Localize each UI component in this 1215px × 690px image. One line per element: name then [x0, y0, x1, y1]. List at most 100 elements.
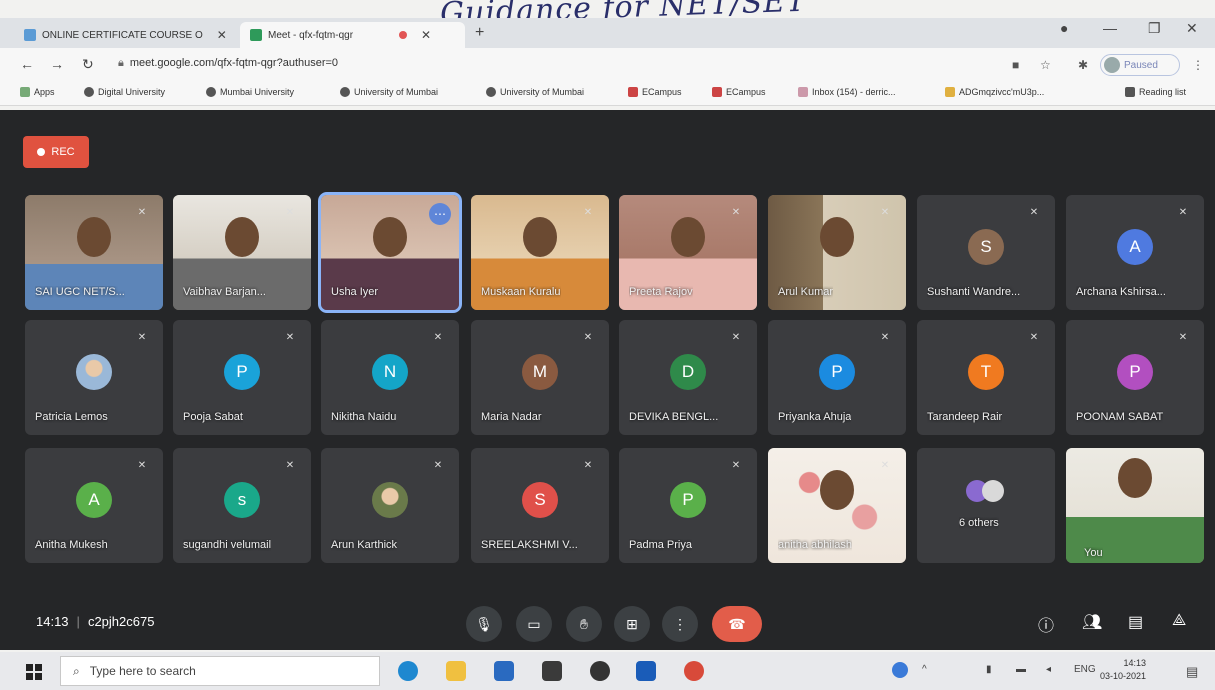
participant-tile[interactable]: N ✕ Nikitha Naidu [321, 320, 459, 435]
participant-tile[interactable]: ⋯ Usha Iyer [318, 192, 462, 313]
dropbox-icon[interactable] [542, 661, 562, 681]
more-options-icon: ⋮ [673, 615, 687, 632]
mic-icon: 🎙︎ [475, 615, 493, 632]
participant-face [77, 217, 111, 257]
apps-grid-icon [20, 87, 30, 97]
participant-tile[interactable]: 6 others [917, 448, 1055, 563]
profile-button[interactable]: Paused [1100, 54, 1180, 76]
bookmark-reading-list[interactable]: Reading list [1125, 87, 1186, 97]
bookmark-ecampus-2[interactable]: ECampus [712, 87, 766, 97]
participant-face [1118, 458, 1152, 498]
bookmark-drive[interactable]: ADGmqzivcc'mU3p... [945, 87, 1044, 97]
search-icon: ⌕ [73, 663, 80, 678]
participant-tile[interactable]: S ✕ Sushanti Wandre... [917, 195, 1055, 310]
raise-hand-button[interactable]: ✋︎ [566, 606, 602, 642]
participant-tile[interactable]: ✕ SAI UGC NET/S... [25, 195, 163, 310]
mic-button[interactable]: 🎙︎ [466, 606, 502, 642]
battery-icon[interactable]: ▮ [986, 664, 992, 675]
edge-icon[interactable] [398, 661, 418, 681]
participant-tile[interactable]: S ✕ SREELAKSHMI V... [471, 448, 609, 563]
present-button[interactable]: ⊞ [614, 606, 650, 642]
bookmark-digital-university[interactable]: Digital University [84, 87, 165, 97]
chrome-icon[interactable] [684, 661, 704, 681]
network-icon[interactable]: ▬ [1016, 664, 1026, 675]
participant-tile[interactable]: P ✕ Priyanka Ahuja [768, 320, 906, 435]
volume-icon[interactable]: ◂ [1046, 664, 1051, 675]
new-tab-button[interactable]: + [475, 24, 484, 42]
activities-icon[interactable]: ⟁ [1172, 612, 1186, 630]
bookmark-university-of-mumbai[interactable]: University of Mumbai [340, 87, 438, 97]
mic-muted-icon: ✕ [731, 206, 741, 218]
close-icon[interactable]: ✕ [421, 28, 431, 42]
camera-permission-icon[interactable]: ■ [1012, 58, 1019, 72]
mic-muted-icon: ✕ [285, 206, 295, 218]
participant-tile[interactable]: M ✕ Maria Nadar [471, 320, 609, 435]
profile-dot-icon[interactable]: ● [1060, 20, 1068, 36]
mic-muted-icon: ✕ [731, 331, 741, 343]
participant-name: Maria Nadar [481, 411, 542, 423]
bookmark-university-of-mumbai-2[interactable]: University of Mumbai [486, 87, 584, 97]
word-icon[interactable] [636, 661, 656, 681]
participant-tile[interactable]: D ✕ DEVIKA BENGL... [619, 320, 757, 435]
file-explorer-icon[interactable] [446, 661, 466, 681]
drive-icon [945, 87, 955, 97]
mail-icon[interactable] [494, 661, 514, 681]
reload-icon[interactable]: ↻ [82, 56, 94, 73]
extension-icon[interactable]: ✱ [1078, 58, 1088, 72]
participant-name: Arul Kumar [778, 286, 834, 298]
minimize-button[interactable]: — [1103, 20, 1117, 36]
more-options-button[interactable]: ⋮ [662, 606, 698, 642]
tab-course[interactable]: ONLINE CERTIFICATE COURSE O ✕ [14, 22, 239, 48]
clock-date: 03-10-2021 [1100, 671, 1147, 681]
participant-tile[interactable]: ✕ Muskaan Kuralu [471, 195, 609, 310]
close-window-button[interactable]: ✕ [1186, 20, 1198, 37]
more-options-icon[interactable]: ⋯ [429, 203, 451, 225]
avatar: A [76, 482, 112, 518]
participant-tile[interactable]: P ✕ Padma Priya [619, 448, 757, 563]
end-call-button[interactable]: ☎︎ [712, 606, 762, 642]
participant-tile[interactable]: P ✕ Pooja Sabat [173, 320, 311, 435]
restore-button[interactable]: ❐ [1148, 20, 1161, 37]
ecampus-icon [628, 87, 638, 97]
tab-meet[interactable]: Meet - qfx-fqtm-qgr ✕ [240, 22, 465, 48]
bookmark-apps[interactable]: Apps [20, 87, 55, 97]
participant-tile[interactable]: P ✕ POONAM SABAT [1066, 320, 1204, 435]
star-icon[interactable]: ☆ [1040, 58, 1051, 72]
taskbar-search[interactable]: ⌕ Type here to search [60, 656, 380, 686]
windows-start-icon[interactable] [26, 664, 42, 680]
participant-tile[interactable]: ✕ Vaibhav Barjan... [173, 195, 311, 310]
back-icon[interactable]: ← [20, 56, 34, 72]
participant-face [671, 217, 705, 257]
settings-app-icon[interactable] [590, 661, 610, 681]
camera-button[interactable]: ▭ [516, 606, 552, 642]
menu-kebab-icon[interactable]: ⋮ [1192, 58, 1204, 72]
tray-app-icon[interactable] [892, 662, 908, 678]
people-icon[interactable]: 👥︎ [1082, 612, 1102, 632]
info-icon[interactable]: ⓘ [1038, 612, 1054, 636]
participant-tile[interactable]: ✕ Arun Karthick [321, 448, 459, 563]
forward-icon[interactable]: → [50, 56, 64, 72]
clock[interactable]: 14:13 03-10-2021 [1100, 657, 1146, 683]
language-indicator[interactable]: ENG [1074, 664, 1096, 675]
close-icon[interactable]: ✕ [217, 28, 227, 42]
participant-tile[interactable]: A ✕ Archana Kshirsa... [1066, 195, 1204, 310]
chevron-up-icon[interactable]: ^ [922, 664, 927, 675]
participant-tile[interactable]: ✕ Patricia Lemos [25, 320, 163, 435]
chat-icon[interactable]: ▤ [1128, 612, 1143, 632]
participant-tile[interactable]: A ✕ Anitha Mukesh [25, 448, 163, 563]
url-field[interactable]: 🔒︎ meet.google.com/qfx-fqtm-qgr?authuser=… [118, 57, 338, 70]
bookmark-mumbai-university[interactable]: Mumbai University [206, 87, 294, 97]
mic-muted-icon: ✕ [137, 459, 147, 471]
participant-tile[interactable]: s ✕ sugandhi velumail [173, 448, 311, 563]
participant-name: Nikitha Naidu [331, 411, 397, 423]
participant-tile[interactable]: T ✕ Tarandeep Rair [917, 320, 1055, 435]
participant-tile[interactable]: ✕ anitha abhilash [768, 448, 906, 563]
participant-tile[interactable]: ✕ Arul Kumar [768, 195, 906, 310]
participant-tile[interactable]: You [1066, 448, 1204, 563]
participant-tile[interactable]: ✕ Preeta Rajov [619, 195, 757, 310]
bookmark-inbox[interactable]: Inbox (154) - derric... [798, 87, 896, 97]
participant-name: Archana Kshirsa... [1076, 286, 1166, 298]
notification-icon[interactable]: ▤ [1186, 664, 1198, 680]
bookmark-ecampus[interactable]: ECampus [628, 87, 682, 97]
recording-badge[interactable]: REC [23, 136, 89, 168]
